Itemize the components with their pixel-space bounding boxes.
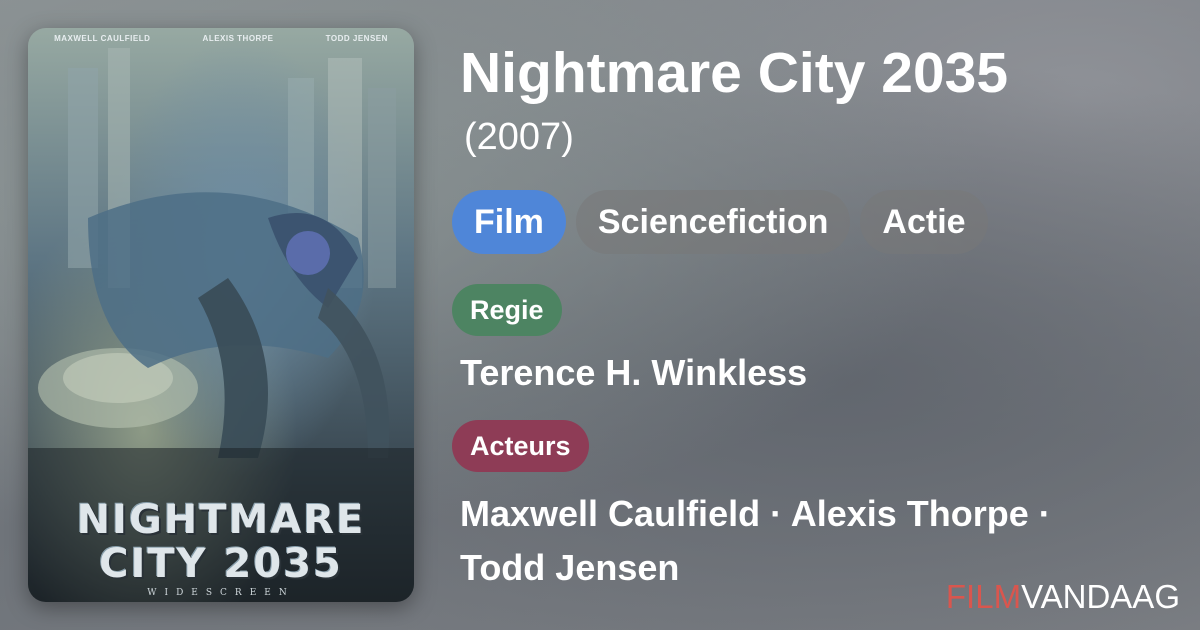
genre-chip-actie[interactable]: Actie — [860, 190, 988, 254]
movie-poster: MAXWELL CAULFIELD ALEXIS THORPE TODD JEN… — [28, 28, 414, 602]
actors-line: Maxwell Caulfield · Alexis Thorpe · — [460, 493, 1051, 534]
site-logo: FILMVANDAAG — [946, 578, 1180, 616]
poster-actor: MAXWELL CAULFIELD — [54, 34, 151, 43]
genre-chip-sciencefiction[interactable]: Sciencefiction — [575, 190, 851, 254]
director-name: Terence H. Winkless — [460, 352, 808, 393]
movie-title: Nightmare City 2035 — [460, 41, 1009, 105]
actors-label: Acteurs — [452, 420, 589, 472]
poster-title: NIGHTMARE CITY 2035 — [76, 497, 366, 587]
logo-vandaag-part: VANDAAG — [1021, 578, 1180, 615]
logo-film-part: FILM — [945, 578, 1022, 615]
genre-chips: Film Sciencefiction Actie — [452, 190, 988, 254]
poster-actor: TODD JENSEN — [325, 34, 388, 43]
director-label: Regie — [452, 284, 562, 336]
genre-chip-film[interactable]: Film — [452, 190, 566, 254]
poster-actor: ALEXIS THORPE — [202, 34, 274, 43]
movie-year: (2007) — [464, 116, 574, 158]
poster-footer-text: WIDESCREEN — [147, 588, 295, 598]
poster-actor-credits: MAXWELL CAULFIELD ALEXIS THORPE TODD JEN… — [28, 34, 414, 43]
